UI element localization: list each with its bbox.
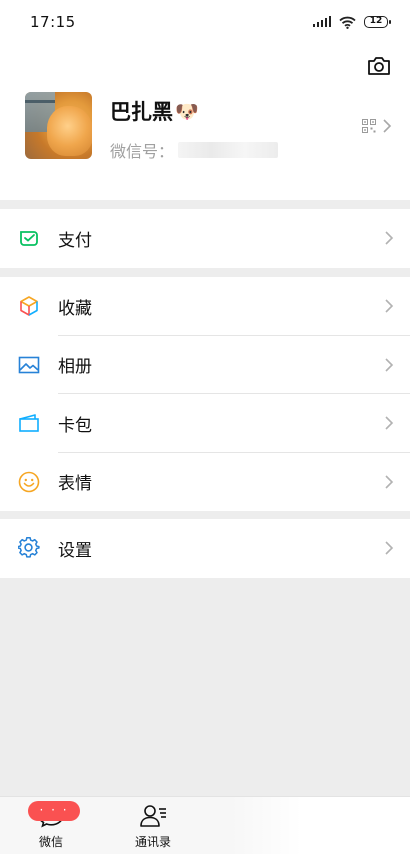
menu-item-label: 收藏 [58, 298, 92, 319]
nickname: 巴扎黑 🐶 [110, 96, 199, 126]
cube-icon [20, 296, 38, 317]
profile-header[interactable]: 巴扎黑 🐶 微信号： [0, 44, 410, 200]
tab-label: 微信 [38, 835, 63, 849]
camera-icon[interactable] [366, 54, 392, 78]
menu-item-album[interactable]: 相册 [0, 336, 410, 394]
menu-item-settings[interactable]: 设置 [0, 519, 410, 578]
status-time: 17:15 [30, 13, 76, 31]
qr-code-entry[interactable] [362, 118, 392, 134]
image-icon [18, 356, 40, 374]
chevron-right-icon [385, 231, 394, 245]
nickname-emoji: 🐶 [175, 100, 199, 123]
qr-code-icon [362, 119, 376, 133]
avatar-cat [47, 106, 92, 156]
wechat-id-row: 微信号： [110, 138, 279, 162]
wechat-id-redacted [178, 142, 279, 158]
wifi-icon [339, 16, 356, 29]
chevron-right-icon [385, 475, 394, 489]
smiley-icon [18, 471, 40, 493]
chevron-right-icon [385, 358, 394, 372]
tab-chats[interactable]: · · · 微信 [0, 797, 102, 854]
menu-item-favorites[interactable]: 收藏 [0, 277, 410, 336]
contacts-icon [140, 805, 166, 827]
status-bar: 17:15 12 [0, 0, 410, 44]
battery-icon: 12 [364, 16, 391, 28]
settings-group: 设置 [0, 519, 410, 578]
menu-item-label: 相册 [58, 357, 92, 378]
tab-bar: · · · 微信 通讯录 [0, 796, 410, 854]
nickname-text: 巴扎黑 [110, 100, 173, 124]
avatar[interactable] [25, 92, 92, 159]
wechat-me-screen: 17:15 12 巴扎黑 🐶 微信号： 支付 收藏 相册 卡包 表情 设置 · … [0, 0, 410, 854]
menu-item-label: 支付 [58, 230, 92, 251]
status-indicators: 12 [313, 16, 391, 29]
chevron-right-icon [385, 541, 394, 555]
menu-item-cards[interactable]: 卡包 [0, 394, 410, 453]
menu-item-label: 卡包 [58, 415, 92, 436]
tab-label: 通讯录 [134, 835, 171, 849]
menu-item-label: 表情 [58, 474, 92, 495]
battery-level: 12 [369, 16, 383, 26]
menu-item-stickers[interactable]: 表情 [0, 453, 410, 512]
chevron-right-icon [385, 299, 394, 313]
signal-icon [313, 16, 331, 27]
pay-group: 支付 [0, 209, 410, 268]
chevron-right-icon [385, 416, 394, 430]
gear-icon [18, 537, 40, 558]
chevron-right-icon [383, 119, 392, 133]
avatar-window-bar [25, 100, 55, 103]
tab-bar-overlay [230, 797, 410, 854]
tab-contacts[interactable]: 通讯录 [102, 797, 204, 854]
pay-icon [20, 231, 38, 247]
services-group: 收藏 相册 卡包 表情 [0, 277, 410, 511]
menu-item-label: 设置 [58, 540, 92, 561]
menu-item-pay[interactable]: 支付 [0, 209, 410, 268]
unread-badge: · · · [28, 801, 80, 821]
wallet-icon [19, 414, 39, 433]
wechat-id-label: 微信号： [110, 142, 175, 161]
